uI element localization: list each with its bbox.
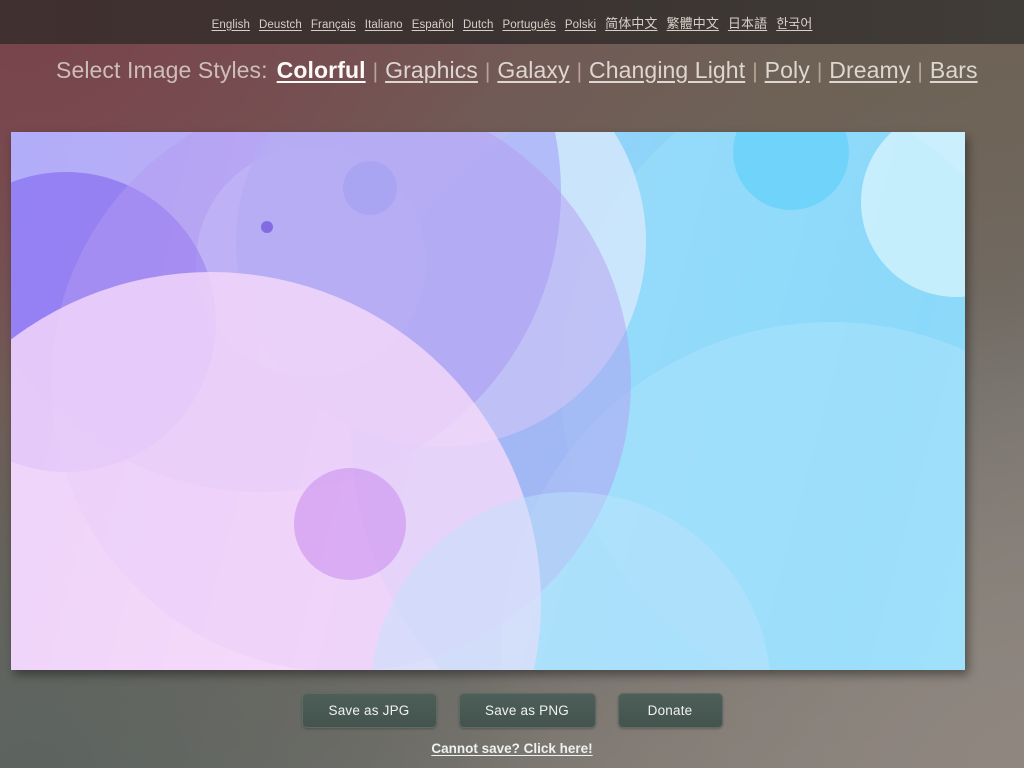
save-as-jpg-button[interactable]: Save as JPG xyxy=(301,693,437,728)
style-separator: | xyxy=(752,59,758,83)
language-link-7[interactable]: Polski xyxy=(565,19,596,31)
language-link-4[interactable]: Español xyxy=(412,19,454,31)
language-link-3[interactable]: Italiano xyxy=(365,19,403,31)
language-link-list: English Deustch Français Italiano Español Dut… xyxy=(212,13,813,32)
image-style-selector: Select Image Styles: Colorful | Graphics | G… xyxy=(0,44,1024,96)
language-link-9[interactable]: 繁體中文 xyxy=(667,13,719,32)
language-link-10[interactable]: 日本語 xyxy=(728,13,767,32)
language-link-5[interactable]: Dutch xyxy=(463,19,494,31)
save-as-png-button[interactable]: Save as PNG xyxy=(458,693,596,728)
footer-row: Cannot save? Click here! xyxy=(0,740,1024,758)
cannot-save-help-link[interactable]: Cannot save? Click here! xyxy=(431,741,592,756)
language-link-6[interactable]: Português xyxy=(503,19,556,31)
style-separator: | xyxy=(917,59,923,83)
generated-image-canvas[interactable] xyxy=(11,132,965,670)
style-link-bars[interactable]: Bars xyxy=(930,57,978,83)
style-link-galaxy[interactable]: Galaxy xyxy=(497,57,569,83)
style-separator: | xyxy=(816,59,823,83)
style-link-colorful[interactable]: Colorful xyxy=(277,57,366,83)
language-bar: English Deustch Français Italiano Español Dut… xyxy=(0,0,1024,44)
style-separator: | xyxy=(576,59,583,83)
style-separator: | xyxy=(372,59,379,83)
language-link-1[interactable]: Deustch xyxy=(259,19,302,31)
language-link-2[interactable]: Français xyxy=(311,19,356,31)
style-link-list: Colorful | Graphics | Galaxy | Changing Light |… xyxy=(277,57,978,84)
donate-button[interactable]: Donate xyxy=(617,693,723,728)
style-separator: | xyxy=(484,59,491,83)
action-buttons-row: Save as JPG Save as PNG Donate xyxy=(0,693,1024,728)
circle-purple-small xyxy=(294,468,406,580)
language-link-8[interactable]: 简体中文 xyxy=(605,13,657,32)
style-link-poly[interactable]: Poly xyxy=(765,57,810,83)
styles-label: Select Image Styles: xyxy=(56,56,268,83)
style-link-dreamy[interactable]: Dreamy xyxy=(829,57,910,83)
language-link-11[interactable]: 한국어 xyxy=(776,13,812,32)
circle-dot-tiny-violet xyxy=(261,221,273,233)
style-link-changing-light[interactable]: Changing Light xyxy=(589,57,745,83)
style-link-graphics[interactable]: Graphics xyxy=(385,57,478,83)
language-link-0[interactable]: English xyxy=(212,19,250,31)
